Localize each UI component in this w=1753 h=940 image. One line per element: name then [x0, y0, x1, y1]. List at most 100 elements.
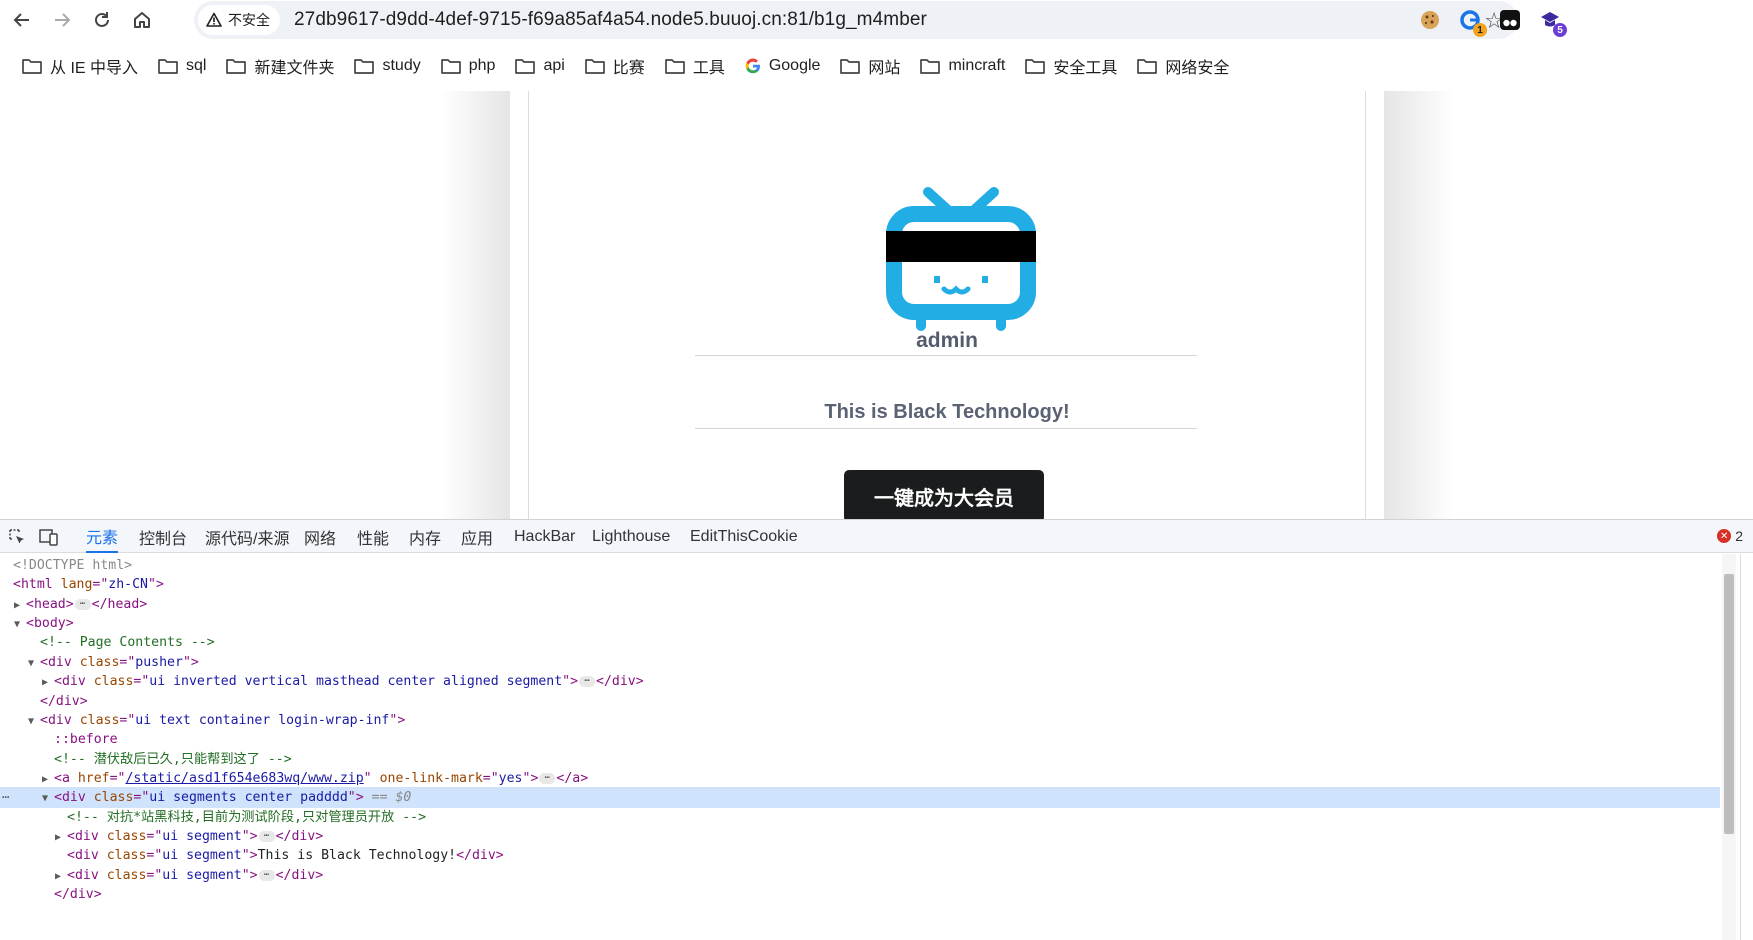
cap-extension-icon[interactable]: 5 — [1536, 6, 1567, 37]
selected-marker: == $0 — [371, 790, 412, 805]
dom-node-pusher[interactable]: ▼ <div class="pusher"> — [0, 652, 1720, 673]
doctype-text: <!DOCTYPE html> — [13, 558, 133, 573]
bookmark-label: sql — [186, 57, 207, 74]
bookmark-item[interactable]: Google — [735, 50, 831, 82]
bookmark-item[interactable]: api — [505, 50, 574, 82]
expand-triangle-icon[interactable]: ▶ — [42, 672, 54, 693]
dom-node-comment-hint[interactable]: <!-- 潜伏敌后已久,只能帮到这了 --> — [0, 749, 1720, 770]
address-bar[interactable]: 不安全 27db9617-d9dd-4def-9715-f69a85af4a54… — [194, 1, 1518, 39]
folder-icon — [1137, 59, 1158, 74]
bookmark-item[interactable]: 工具 — [655, 50, 735, 82]
scrollbar-thumb[interactable] — [1724, 574, 1734, 834]
more-options-icon[interactable]: ⋯ — [2, 787, 9, 808]
error-icon: ✕ — [1717, 529, 1732, 543]
censor-bar — [886, 231, 1036, 262]
ellipsis-icon[interactable]: ⋯ — [74, 598, 91, 610]
bookmark-label: 安全工具 — [1053, 60, 1118, 77]
divider — [695, 355, 1197, 356]
dom-node-close-div[interactable]: </div> — [0, 691, 1720, 712]
warning-icon — [206, 12, 222, 27]
dom-node-segment[interactable]: ▶ <div class="ui segment"> ⋯ </div> — [0, 826, 1720, 847]
security-chip[interactable]: 不安全 — [198, 5, 280, 35]
security-label: 不安全 — [228, 12, 270, 28]
tab-editthiscookie[interactable]: EditThisCookie — [690, 520, 798, 553]
dom-node-html[interactable]: <html lang="zh-CN"> — [0, 574, 1720, 595]
bookmark-item[interactable]: mincraft — [910, 50, 1015, 82]
device-toolbar-icon[interactable] — [38, 526, 60, 548]
bookmark-item[interactable]: 比赛 — [575, 50, 655, 82]
ellipsis-icon[interactable]: ⋯ — [258, 869, 275, 881]
bookmark-item[interactable]: 安全工具 — [1015, 50, 1127, 82]
dom-node-body[interactable]: ▼ <body> — [0, 613, 1720, 634]
tab-performance[interactable]: 性能 — [357, 520, 389, 553]
login-container: admin This is Black Technology! 一键成为大会员 — [528, 91, 1366, 519]
bilibili-tv-logo — [886, 187, 1036, 331]
bookmark-label: 从 IE 中导入 — [50, 60, 139, 77]
comment-text: <!-- Page Contents --> — [40, 635, 215, 650]
tagline-text: This is Black Technology! — [824, 401, 1070, 423]
dom-node-comment-segments[interactable]: <!-- 对抗*站黑科技,目前为测试阶段,只对管理员开放 --> — [0, 807, 1720, 828]
dom-node-head[interactable]: ▶ <head> ⋯ </head> — [0, 594, 1720, 615]
bookmark-item[interactable]: 从 IE 中导入 — [12, 50, 148, 82]
bookmark-item[interactable]: php — [431, 50, 506, 82]
dom-node-close-div[interactable]: </div> — [0, 884, 1720, 905]
bookmark-item[interactable]: 网络安全 — [1127, 50, 1239, 82]
back-button[interactable] — [6, 4, 38, 36]
url-text[interactable]: 27db9617-d9dd-4def-9715-f69a85af4a54.nod… — [294, 9, 927, 31]
reload-button[interactable] — [86, 4, 118, 36]
home-button[interactable] — [126, 4, 158, 36]
tab-network[interactable]: 网络 — [304, 520, 336, 553]
dom-node-masthead[interactable]: ▶ <div class="ui inverted vertical masthe… — [0, 671, 1720, 692]
bookmark-item[interactable]: 网站 — [830, 50, 910, 82]
bookmark-item[interactable]: 新建文件夹 — [216, 50, 344, 82]
bookmark-item[interactable]: study — [344, 50, 430, 82]
dom-node-doctype[interactable]: <!DOCTYPE html> — [0, 555, 1720, 576]
page-viewport: admin This is Black Technology! 一键成为大会员 — [0, 91, 1753, 519]
reload-icon — [95, 12, 109, 27]
tampermonkey-icon[interactable] — [1496, 6, 1524, 34]
bookmark-label: 网络安全 — [1165, 60, 1230, 77]
forward-button[interactable] — [46, 4, 78, 36]
error-counter[interactable]: ✕ 2 — [1717, 528, 1743, 544]
dom-tree: <!DOCTYPE html> <html lang="zh-CN"> ▶ <he… — [0, 554, 1720, 940]
dom-node-segment-text[interactable]: <div class="ui segment">This is Black Te… — [0, 845, 1720, 866]
ellipsis-icon[interactable]: ⋯ — [258, 830, 275, 842]
tab-elements[interactable]: 元素 — [86, 520, 119, 553]
dom-node-segment[interactable]: ▶ <div class="ui segment"> ⋯ </div> — [0, 865, 1720, 886]
dom-node-login-wrap[interactable]: ▼ <div class="ui text container login-wra… — [0, 710, 1720, 731]
bookmark-label: api — [543, 57, 565, 74]
g-extension-icon[interactable]: 1 — [1456, 6, 1487, 37]
tab-console[interactable]: 控制台 — [139, 520, 187, 553]
tab-application[interactable]: 应用 — [461, 520, 493, 553]
bookmark-label: 比赛 — [612, 60, 645, 77]
devtools-tab-bar: 元素 控制台 源代码/来源 网络 性能 内存 应用 HackBar Lighth… — [0, 520, 1753, 553]
arrow-left-icon — [13, 13, 29, 27]
attr-name: one-link-mark — [379, 771, 483, 786]
dom-node-anchor[interactable]: ▶ <a href="/static/asd1f654e683wq/www.zip… — [0, 768, 1720, 789]
become-vip-button[interactable]: 一键成为大会员 — [844, 470, 1044, 519]
tab-memory[interactable]: 内存 — [409, 520, 441, 553]
ellipsis-icon[interactable]: ⋯ — [579, 675, 596, 687]
folder-icon — [584, 59, 605, 74]
error-count-value: 2 — [1735, 528, 1743, 544]
collapse-triangle-icon[interactable]: ▼ — [42, 788, 54, 809]
tab-hackbar[interactable]: HackBar — [514, 520, 575, 553]
tab-sources[interactable]: 源代码/来源 — [205, 520, 289, 553]
folder-icon — [1025, 59, 1046, 74]
devtools-panel: 元素 控制台 源代码/来源 网络 性能 内存 应用 HackBar Lighth… — [0, 519, 1753, 940]
devtools-scrollbar[interactable] — [1722, 554, 1736, 940]
inspect-element-icon[interactable] — [6, 526, 28, 548]
ellipsis-icon[interactable]: ⋯ — [539, 772, 556, 784]
source-zip-link[interactable]: /static/asd1f654e683wq/www.zip — [125, 771, 363, 786]
bookmark-label: study — [382, 57, 421, 74]
cookie-extension-icon[interactable] — [1416, 6, 1444, 34]
extension-badge: 1 — [1473, 23, 1487, 37]
folder-icon — [664, 59, 685, 74]
dom-node-before[interactable]: ::before — [0, 729, 1720, 750]
page-shadow-left — [440, 91, 510, 519]
bookmark-item[interactable]: sql — [148, 50, 216, 82]
tab-lighthouse[interactable]: Lighthouse — [592, 520, 670, 553]
dom-node-segments-selected[interactable]: ⋯ ▼ <div class="ui segments center padddd"… — [0, 787, 1720, 808]
pseudo-element-text: ::before — [54, 732, 118, 747]
dom-node-comment[interactable]: <!-- Page Contents --> — [0, 632, 1720, 653]
